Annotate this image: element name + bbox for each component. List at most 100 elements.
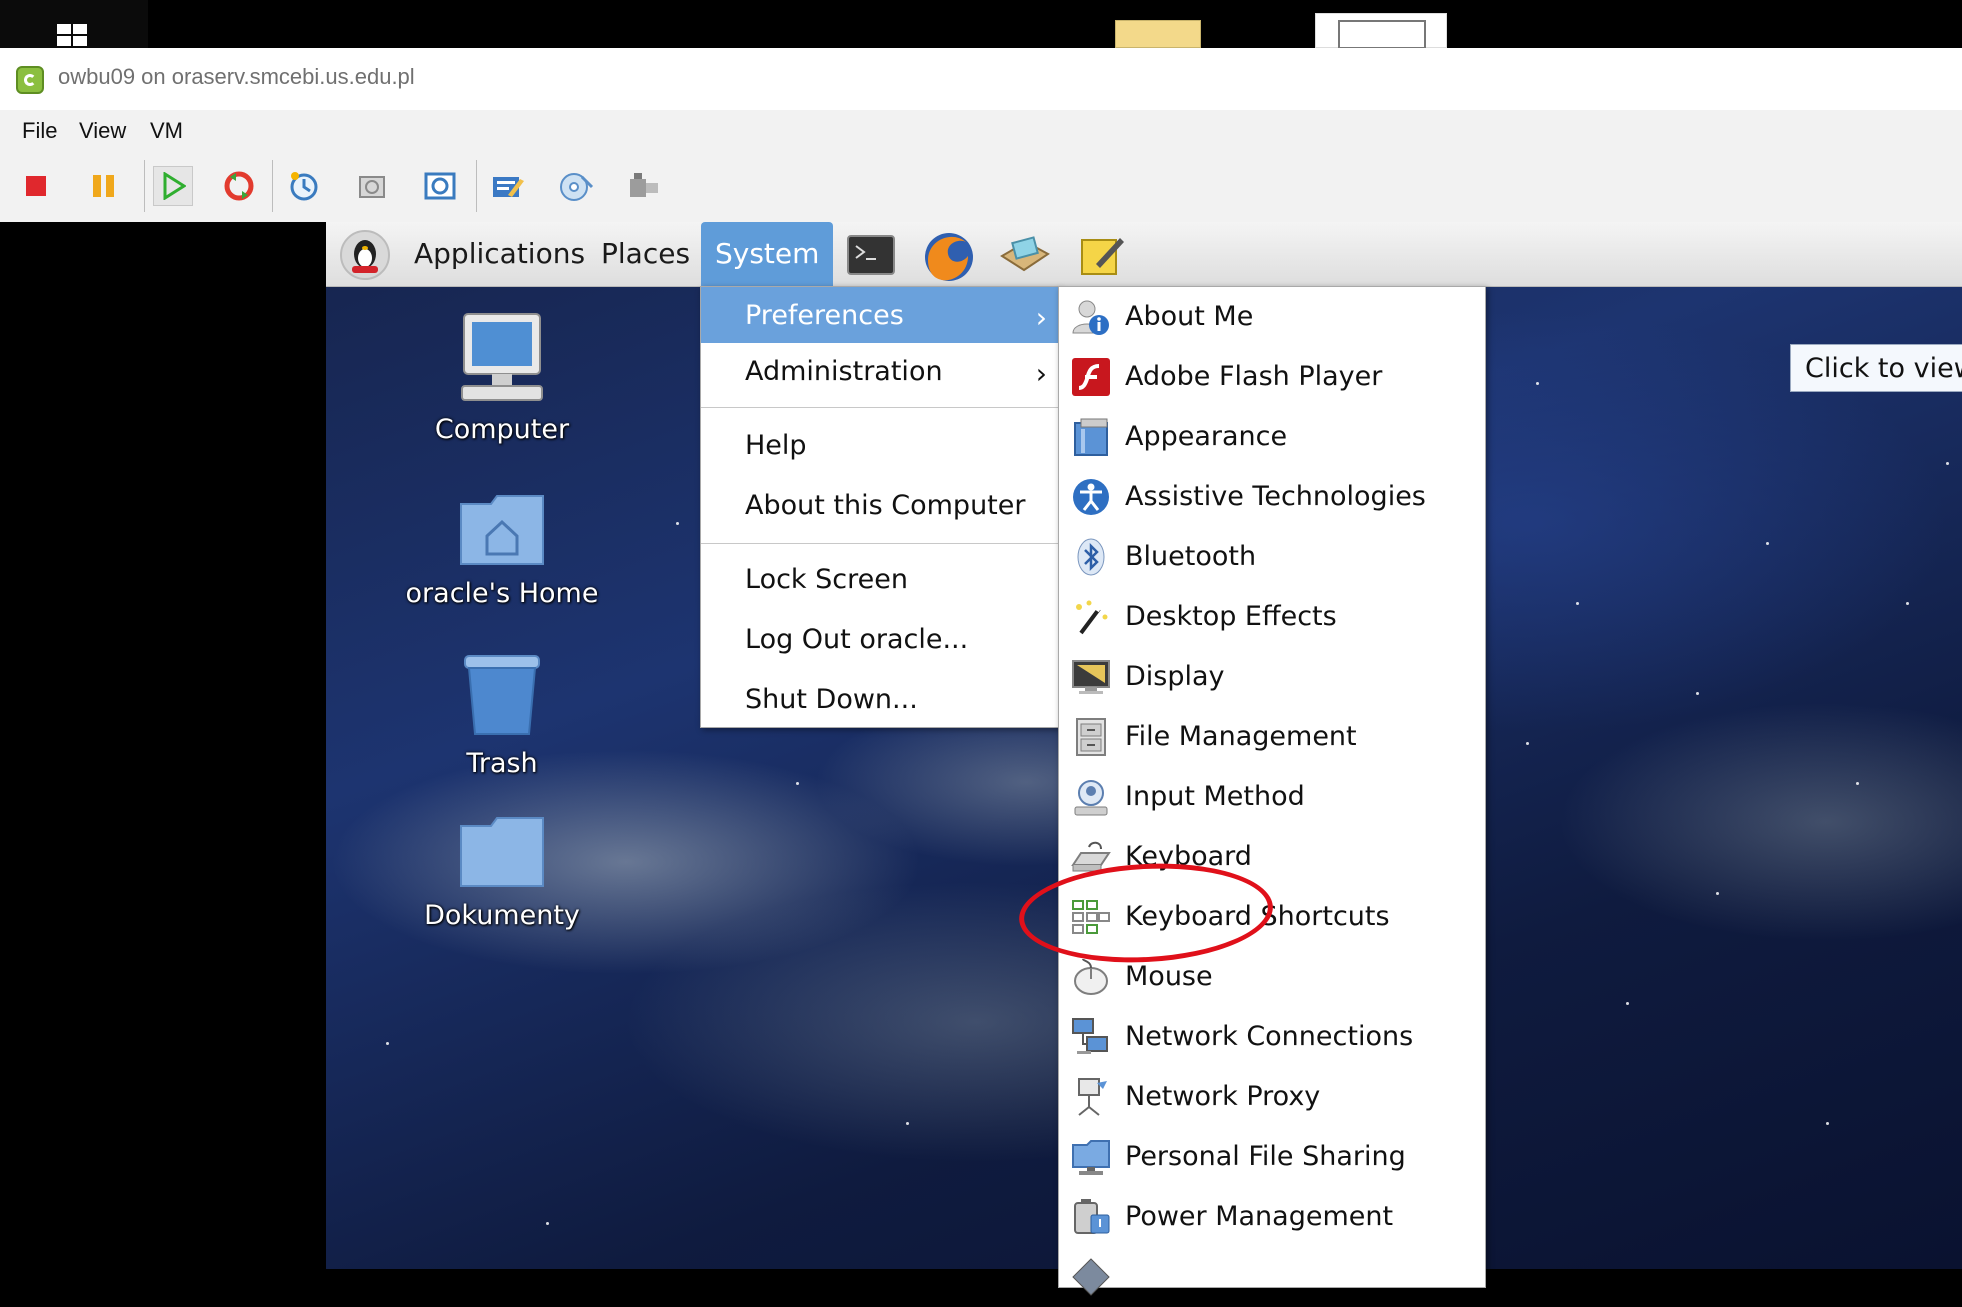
desktop-icon-trash[interactable]: Trash [402, 652, 602, 792]
pref-item-label: Network Connections [1125, 1021, 1414, 1052]
snapshot-manager-icon [424, 172, 456, 200]
text-editor-launcher[interactable] [1076, 230, 1126, 280]
shared-folder-icon [1072, 1140, 1110, 1175]
power-off-icon [26, 176, 46, 196]
panel-places-menu[interactable]: Places [587, 222, 704, 286]
menu-item-log-out-label: Log Out oracle... [745, 624, 969, 655]
menu-item-lock-screen-label: Lock Screen [745, 564, 908, 595]
pref-item-personal-file-sharing[interactable]: Personal File Sharing [1059, 1127, 1485, 1187]
pref-item-label: Appearance [1125, 421, 1288, 452]
desktop-icon-home[interactable]: oracle's Home [402, 492, 602, 632]
connect-cd-button[interactable] [556, 166, 596, 206]
vm-console-window: owbu09 on oraserv.smcebi.us.edu.pl File … [0, 48, 1962, 1296]
menu-item-log-out[interactable]: Log Out oracle... [701, 611, 1059, 667]
terminal-icon [847, 235, 895, 275]
snapshot-manager-button[interactable] [420, 166, 460, 206]
title-bar: owbu09 on oraserv.smcebi.us.edu.pl [0, 48, 1962, 110]
suspend-button[interactable] [84, 166, 124, 206]
mail-launcher[interactable] [998, 230, 1050, 280]
pref-item-label: File Management [1125, 721, 1357, 752]
menu-item-administration-label: Administration [745, 356, 943, 387]
pref-item-label: Personal File Sharing [1125, 1141, 1406, 1172]
appearance-icon [1074, 418, 1108, 456]
system-menu: Preferences › Administration › Help Abou… [700, 286, 1060, 728]
windows-logo-icon [57, 24, 87, 46]
pref-item-appearance[interactable]: Appearance [1059, 407, 1485, 467]
pref-item-input-method[interactable]: Input Method [1059, 767, 1485, 827]
panel-applications-menu[interactable]: Applications [400, 222, 599, 286]
notepad-icon [1081, 238, 1124, 275]
firefox-icon [925, 233, 973, 281]
pref-item-power-management[interactable]: Power Management [1059, 1187, 1485, 1247]
menu-item-about-computer-label: About this Computer [745, 490, 1026, 521]
pref-item-network-proxy[interactable]: Network Proxy [1059, 1067, 1485, 1127]
connect-usb-button[interactable] [624, 166, 664, 206]
menu-item-administration[interactable]: Administration › [701, 343, 1059, 399]
file-cabinet-icon [1076, 718, 1106, 756]
trash-icon [464, 655, 540, 735]
mouse-icon [1074, 958, 1108, 995]
desktop-icon-home-label: oracle's Home [405, 578, 599, 609]
power-off-button[interactable] [16, 166, 56, 206]
preferred-apps-icon [1072, 1258, 1110, 1296]
taskbar-folder-thumbnail[interactable] [1115, 20, 1201, 48]
chevron-right-icon: › [1035, 301, 1047, 334]
menu-item-about-computer[interactable]: About this Computer [701, 477, 1059, 533]
pref-item-adobe-flash-player[interactable]: Adobe Flash Player [1059, 347, 1485, 407]
magic-wand-icon [1076, 600, 1108, 635]
pref-item-assistive-technologies[interactable]: Assistive Technologies [1059, 467, 1485, 527]
menu-item-preferences[interactable]: Preferences › [701, 287, 1059, 343]
pref-item-label: Power Management [1125, 1201, 1394, 1232]
input-method-icon [1074, 780, 1108, 816]
computer-icon [461, 313, 543, 401]
pref-item-label: Input Method [1125, 781, 1305, 812]
pref-item-label: Assistive Technologies [1125, 481, 1426, 512]
take-snapshot-button[interactable] [284, 166, 324, 206]
connect-cd-icon [560, 173, 594, 201]
oracle-linux-logo-icon[interactable] [340, 230, 390, 280]
accessibility-icon [1073, 479, 1109, 515]
panel-system-menu[interactable]: System [701, 222, 834, 286]
toolbar [0, 150, 1962, 223]
pref-item-display[interactable]: Display [1059, 647, 1485, 707]
revert-snapshot-button[interactable] [352, 166, 392, 206]
taskbar-document-thumbnail[interactable] [1315, 13, 1447, 49]
menu-item-lock-screen[interactable]: Lock Screen [701, 551, 1059, 607]
pref-item-file-management[interactable]: File Management [1059, 707, 1485, 767]
network-proxy-icon [1078, 1078, 1107, 1116]
pref-item-desktop-effects[interactable]: Desktop Effects [1059, 587, 1485, 647]
menu-view[interactable]: View [79, 118, 126, 144]
menu-file[interactable]: File [22, 118, 57, 144]
connect-usb-icon [630, 173, 658, 197]
reset-button[interactable] [219, 166, 259, 206]
chevron-right-icon: › [1035, 357, 1047, 390]
power-management-icon [1074, 1199, 1110, 1234]
desktop-icon-dokumenty[interactable]: Dokumenty [402, 814, 602, 954]
snapshot-icon [290, 172, 318, 201]
guest-console[interactable]: Computer oracle's Home Trash Dokumenty A… [0, 222, 1962, 1296]
pref-item-network-connections[interactable]: Network Connections [1059, 1007, 1485, 1067]
pref-item-about-me[interactable]: About Me [1059, 287, 1485, 347]
pref-item-bluetooth[interactable]: Bluetooth [1059, 527, 1485, 587]
reset-icon [224, 171, 254, 201]
edit-settings-button[interactable] [488, 166, 528, 206]
edit-settings-icon [493, 177, 524, 197]
home-folder-icon [460, 495, 544, 565]
power-on-button[interactable] [153, 166, 193, 206]
pref-item-label: Bluetooth [1125, 541, 1257, 572]
menu-item-shut-down[interactable]: Shut Down... [701, 671, 1059, 727]
desktop-icon-computer[interactable]: Computer [402, 312, 602, 452]
windows-start-button[interactable] [0, 0, 148, 48]
desktop-icon-trash-label: Trash [466, 748, 538, 779]
firefox-launcher[interactable] [922, 230, 973, 281]
menu-vm[interactable]: VM [150, 118, 183, 144]
pref-item-label: About Me [1125, 301, 1254, 332]
bluetooth-icon [1077, 538, 1105, 576]
pref-item-partial[interactable] [1059, 1247, 1485, 1307]
host-taskbar [0, 0, 1962, 49]
terminal-launcher[interactable] [846, 230, 896, 280]
pref-item-label: Mouse [1125, 961, 1213, 992]
preferences-submenu: About Me Adobe Flash Player Appearance A… [1058, 286, 1486, 1296]
menu-item-help[interactable]: Help [701, 417, 1059, 473]
network-icon [1072, 1018, 1108, 1054]
